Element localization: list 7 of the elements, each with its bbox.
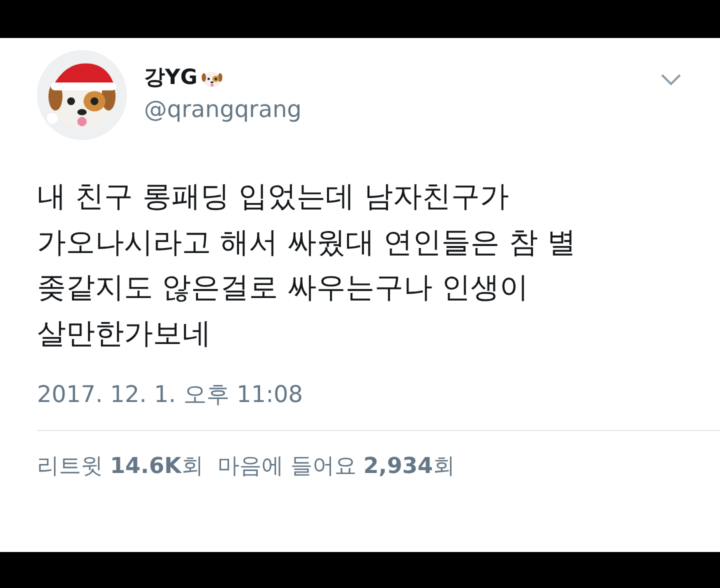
display-name: 강YG (144, 64, 198, 90)
engagement-count[interactable]: 리트윗 14.6K회 (37, 453, 204, 481)
user-handle: @qrangqrang (144, 96, 302, 124)
timestamp: 2017. 12. 1. 오후 11:08 (37, 381, 304, 410)
engagement-count[interactable]: 마음에 들어요 2,934회 (217, 453, 455, 481)
tweet-text: 내 친구 롱패딩 입었는데 남자친구가 가오나시라고 해서 싸웠대 연인들은 참 별 좆같지도 않은걸로 싸우는구나 인생이 살만한가보네 (37, 178, 578, 352)
chevron-down-icon[interactable] (661, 74, 681, 86)
